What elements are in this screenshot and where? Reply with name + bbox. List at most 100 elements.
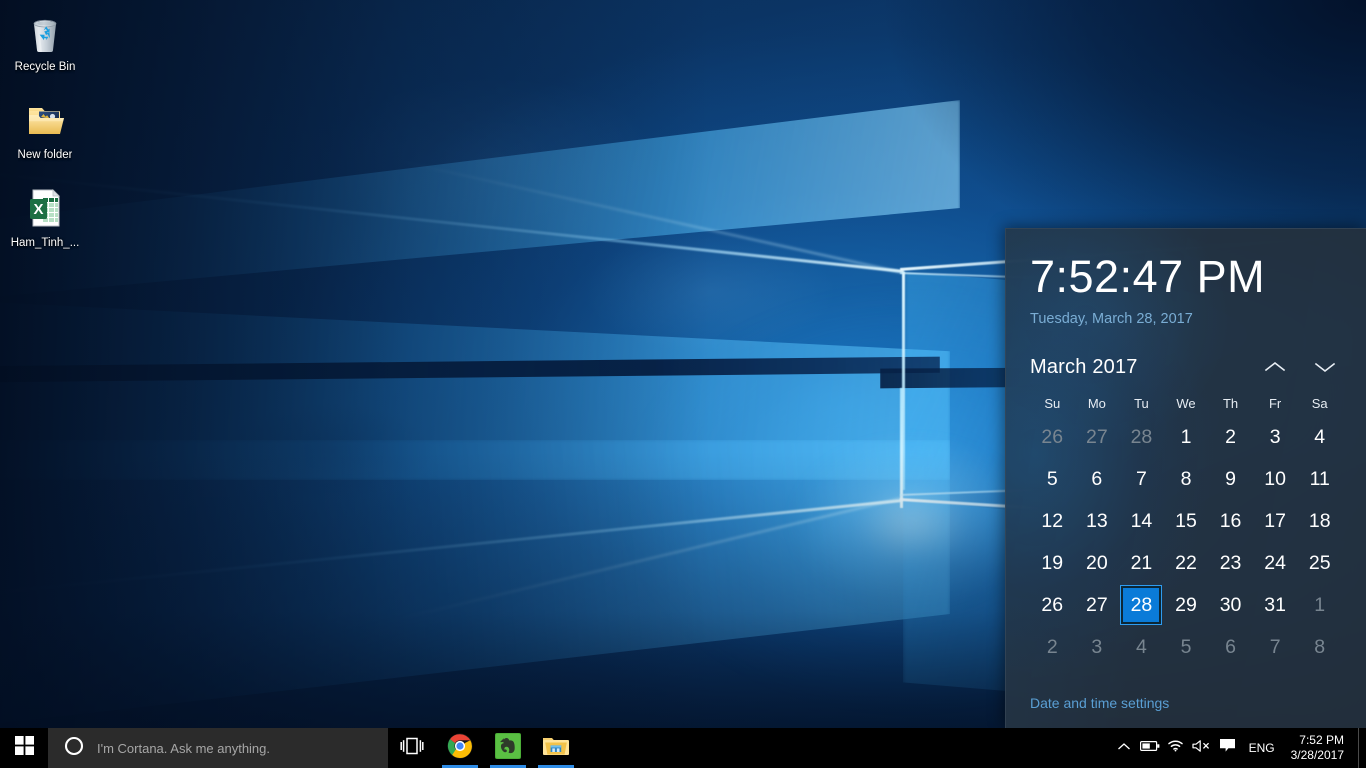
volume-button[interactable] xyxy=(1189,728,1215,768)
svg-text:X: X xyxy=(33,201,43,218)
desktop-icon-label: Ham_Tinh_... xyxy=(11,237,80,250)
calendar-day[interactable]: 1 xyxy=(1297,584,1342,626)
action-center-button[interactable] xyxy=(1215,728,1241,768)
calendar-day-selected[interactable]: 28 xyxy=(1119,584,1164,626)
desktop-icon-list: Recycle Bin xyxy=(0,4,120,268)
calendar-day[interactable]: 19 xyxy=(1030,542,1075,584)
cortana-placeholder-text: I'm Cortana. Ask me anything. xyxy=(97,741,270,756)
calendar-prev-month-button[interactable] xyxy=(1258,352,1292,382)
calendar-day[interactable]: 7 xyxy=(1119,458,1164,500)
calendar-day[interactable]: 3 xyxy=(1253,416,1298,458)
calendar-day[interactable]: 26 xyxy=(1030,416,1075,458)
chrome-icon xyxy=(447,733,473,764)
battery-icon xyxy=(1140,739,1160,757)
calendar-nav-group xyxy=(1258,352,1342,382)
calendar-day[interactable]: 6 xyxy=(1075,458,1120,500)
calendar-day[interactable]: 9 xyxy=(1208,458,1253,500)
taskbar-clock[interactable]: 7:52 PM 3/28/2017 xyxy=(1285,728,1358,768)
calendar-day[interactable]: 6 xyxy=(1208,626,1253,668)
show-desktop-button[interactable] xyxy=(1358,728,1366,768)
calendar-day[interactable]: 23 xyxy=(1208,542,1253,584)
calendar-day[interactable]: 8 xyxy=(1164,458,1209,500)
excel-file-icon: X xyxy=(21,184,69,232)
evernote-icon xyxy=(495,733,521,764)
chevron-up-icon xyxy=(1264,360,1286,374)
calendar-day[interactable]: 2 xyxy=(1208,416,1253,458)
calendar-day[interactable]: 1 xyxy=(1164,416,1209,458)
calendar-day[interactable]: 15 xyxy=(1164,500,1209,542)
calendar-day[interactable]: 31 xyxy=(1253,584,1298,626)
calendar-day[interactable]: 13 xyxy=(1075,500,1120,542)
show-hidden-icons-button[interactable] xyxy=(1111,728,1137,768)
taskbar-clock-date: 3/28/2017 xyxy=(1291,748,1344,763)
calendar-day[interactable]: 25 xyxy=(1297,542,1342,584)
taskbar-app-google-chrome[interactable] xyxy=(436,728,484,768)
calendar-today-highlight: 28 xyxy=(1121,586,1161,624)
calendar-month-label[interactable]: March 2017 xyxy=(1030,356,1138,379)
cortana-circle-icon xyxy=(64,736,84,761)
calendar-day[interactable]: 10 xyxy=(1253,458,1298,500)
wifi-icon xyxy=(1167,739,1184,757)
calendar-week-row: 2627281234 xyxy=(1030,416,1342,458)
calendar-dow: Mo xyxy=(1075,390,1120,416)
taskbar-app-file-explorer[interactable] xyxy=(532,728,580,768)
calendar-weeks: 2627281234567891011121314151617181920212… xyxy=(1030,416,1342,668)
calendar-day[interactable]: 26 xyxy=(1030,584,1075,626)
chevron-down-icon xyxy=(1314,360,1336,374)
calendar-day[interactable]: 14 xyxy=(1119,500,1164,542)
calendar-day-headers: Su Mo Tu We Th Fr Sa xyxy=(1030,390,1342,416)
calendar-day[interactable]: 28 xyxy=(1119,416,1164,458)
calendar-day[interactable]: 17 xyxy=(1253,500,1298,542)
calendar-day[interactable]: 7 xyxy=(1253,626,1298,668)
file-explorer-icon xyxy=(542,734,570,763)
calendar-day[interactable]: 2 xyxy=(1030,626,1075,668)
calendar-week-row: 567891011 xyxy=(1030,458,1342,500)
taskbar-app-buttons xyxy=(436,728,580,768)
calendar-day[interactable]: 24 xyxy=(1253,542,1298,584)
calendar-week-row: 12131415161718 xyxy=(1030,500,1342,542)
calendar-dow: Th xyxy=(1208,390,1253,416)
desktop-icon-new-folder[interactable]: New folder xyxy=(6,92,84,164)
calendar-day[interactable]: 22 xyxy=(1164,542,1209,584)
calendar-day[interactable]: 8 xyxy=(1297,626,1342,668)
recycle-bin-icon xyxy=(21,8,69,56)
calendar-dow: We xyxy=(1164,390,1209,416)
calendar-day[interactable]: 5 xyxy=(1164,626,1209,668)
calendar-day[interactable]: 30 xyxy=(1208,584,1253,626)
calendar-next-month-button[interactable] xyxy=(1308,352,1342,382)
calendar-day[interactable]: 18 xyxy=(1297,500,1342,542)
calendar-day[interactable]: 16 xyxy=(1208,500,1253,542)
calendar-day[interactable]: 3 xyxy=(1075,626,1120,668)
chevron-up-icon xyxy=(1117,739,1131,757)
calendar-day[interactable]: 5 xyxy=(1030,458,1075,500)
calendar-week-row: 19202122232425 xyxy=(1030,542,1342,584)
task-view-button[interactable] xyxy=(388,728,436,768)
calendar-day[interactable]: 20 xyxy=(1075,542,1120,584)
network-status-button[interactable] xyxy=(1163,728,1189,768)
desktop-icon-recycle-bin[interactable]: Recycle Bin xyxy=(6,4,84,76)
desktop-screen: Recycle Bin xyxy=(0,0,1366,768)
calendar-day[interactable]: 4 xyxy=(1119,626,1164,668)
taskbar-empty-area[interactable] xyxy=(580,728,1111,768)
task-view-icon xyxy=(400,737,424,760)
cortana-search-box[interactable]: I'm Cortana. Ask me anything. xyxy=(48,728,388,768)
start-button[interactable] xyxy=(0,728,48,768)
battery-status-button[interactable] xyxy=(1137,728,1163,768)
clock-date: Tuesday, March 28, 2017 xyxy=(1030,309,1342,329)
calendar-week-row: 2345678 xyxy=(1030,626,1342,668)
calendar-day[interactable]: 21 xyxy=(1119,542,1164,584)
calendar-day[interactable]: 12 xyxy=(1030,500,1075,542)
calendar-dow: Fr xyxy=(1253,390,1298,416)
clock-time: 7:52:47 PM xyxy=(1030,251,1342,303)
taskbar-app-evernote[interactable] xyxy=(484,728,532,768)
calendar-day[interactable]: 4 xyxy=(1297,416,1342,458)
date-and-time-settings-link[interactable]: Date and time settings xyxy=(1030,694,1169,712)
calendar-dow: Sa xyxy=(1297,390,1342,416)
language-indicator[interactable]: ENG xyxy=(1241,728,1285,768)
desktop-icon-excel-file[interactable]: X Ham_Tinh_... xyxy=(6,180,84,252)
folder-icon xyxy=(21,96,69,144)
calendar-day[interactable]: 11 xyxy=(1297,458,1342,500)
calendar-day[interactable]: 27 xyxy=(1075,416,1120,458)
calendar-day[interactable]: 27 xyxy=(1075,584,1120,626)
calendar-day[interactable]: 29 xyxy=(1164,584,1209,626)
